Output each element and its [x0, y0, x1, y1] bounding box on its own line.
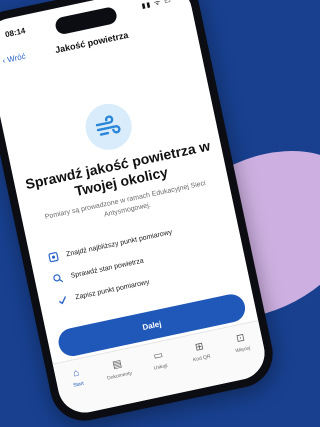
grid-icon: ⊡	[235, 331, 246, 345]
dynamic-island	[53, 5, 119, 36]
document-icon: ▤	[111, 357, 123, 371]
tab-label: Więcej	[234, 345, 251, 355]
search-icon	[50, 270, 67, 287]
map-pin-icon	[45, 249, 62, 266]
folder-icon: ▭	[152, 349, 165, 362]
tab-label: Dokumenty	[106, 370, 133, 382]
wind-icon	[81, 99, 136, 155]
tab-qr-code[interactable]: ⊞ Kod QR	[180, 336, 225, 390]
qr-code-icon: ⊞	[194, 340, 205, 354]
tab-more[interactable]: ⊡ Więcej	[221, 327, 266, 381]
check-icon	[54, 292, 71, 309]
app-screen: 08:14 ▮▮ ᯤ ▭ ‹ Wróć Jakość powietrza Spr…	[0, 0, 270, 418]
home-icon: ⌂	[71, 366, 81, 379]
tab-label: Start	[72, 380, 85, 389]
phone-frame: 08:14 ▮▮ ᯤ ▭ ‹ Wróć Jakość powietrza Spr…	[0, 0, 279, 427]
tab-label: Usługi	[153, 362, 169, 372]
tab-start[interactable]: ⌂ Start	[57, 362, 102, 416]
tab-documents[interactable]: ▤ Dokumenty	[98, 354, 143, 408]
status-time: 08:14	[4, 26, 27, 40]
tab-services[interactable]: ▭ Usługi	[139, 345, 184, 399]
status-icons: ▮▮ ᯤ ▭	[141, 0, 173, 11]
tab-label: Kod QR	[192, 353, 212, 364]
